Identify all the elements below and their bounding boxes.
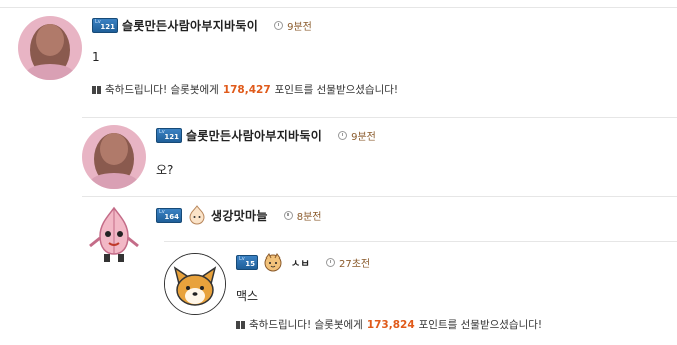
level-number: 121 [100,22,115,31]
comment-text: 맥스 [236,289,259,303]
comment-item: Lv 15 ㅅㅂ 27초전 맥스 축하드립니다! 슬롯봇에게 173,824 포… [0,241,677,345]
time-text: 9분전 [287,21,312,33]
comment-item: Lv 164 생강맛마늘 8분전 [0,196,677,266]
clock-icon [338,130,348,140]
comment-item: Lv 121 슬롯만든사람아부지바둑이 9분전 오? [0,117,677,197]
level-number: 121 [164,132,179,141]
gift-points: 178,427 [222,83,271,96]
bald-head-avatar-icon [82,125,146,189]
clock-icon [326,257,335,267]
time-text: 9분전 [351,131,376,143]
comment-meta: Lv 121 슬롯만든사람아부지바둑이 9분전 [92,16,312,34]
comment-item: Lv 121 슬롯만든사람아부지바둑이 9분전 1 축하드립니다! 슬롯봇에게 … [0,0,677,110]
level-badge-icon: Lv 121 [92,17,118,33]
bald-head-avatar-icon [18,16,82,80]
gift-suffix: 포인트를 선물받으셨습니다! [418,319,543,331]
comment-meta: Lv 15 ㅅㅂ 27초전 [236,253,370,272]
comment-text: 오? [156,163,174,177]
comment-meta: Lv 164 생강맛마늘 8분전 [156,205,322,225]
level-badge-icon: Lv 164 [156,207,182,223]
gift-icon [236,320,245,329]
timestamp: 27초전 [326,255,370,270]
clock-icon [274,20,284,30]
gift-icon [92,85,101,94]
nickname[interactable]: 생강맛마늘 [211,207,268,224]
avatar[interactable] [164,253,226,315]
timestamp: 9분전 [274,18,312,33]
timestamp: 9분전 [338,128,376,143]
nickname[interactable]: 슬롯만든사람아부지바둑이 [186,127,322,144]
shiba-dog-avatar-icon [165,254,225,314]
timestamp: 8분전 [283,208,322,223]
level-prefix: Lv [239,255,245,262]
comment-text: 1 [92,50,100,64]
gift-points: 173,824 [366,318,415,331]
time-text: 8분전 [296,211,322,223]
time-text: 27초전 [339,258,371,270]
level-number: 15 [245,259,255,268]
clock-icon [283,210,293,220]
gift-notice: 축하드립니다! 슬롯봇에게 178,427 포인트를 선물받으셨습니다! [92,82,398,97]
gift-prefix: 축하드립니다! 슬롯봇에게 [105,84,219,96]
comment-meta: Lv 121 슬롯만든사람아부지바둑이 9분전 [156,126,376,144]
gift-notice: 축하드립니다! 슬롯봇에게 173,824 포인트를 선물받으셨습니다! [236,317,542,332]
gift-prefix: 축하드립니다! 슬롯봇에게 [249,319,363,331]
avatar[interactable] [82,125,146,189]
dog-emblem-icon [264,253,282,272]
level-badge-icon: Lv 15 [236,254,258,270]
gift-suffix: 포인트를 선물받으셨습니다! [274,84,399,96]
nickname[interactable]: ㅅㅂ [291,255,310,270]
level-badge-icon: Lv 121 [156,127,182,143]
level-number: 164 [164,212,179,221]
garlic-emblem-icon [189,205,205,225]
nickname[interactable]: 슬롯만든사람아부지바둑이 [122,17,258,34]
avatar[interactable] [18,16,82,80]
